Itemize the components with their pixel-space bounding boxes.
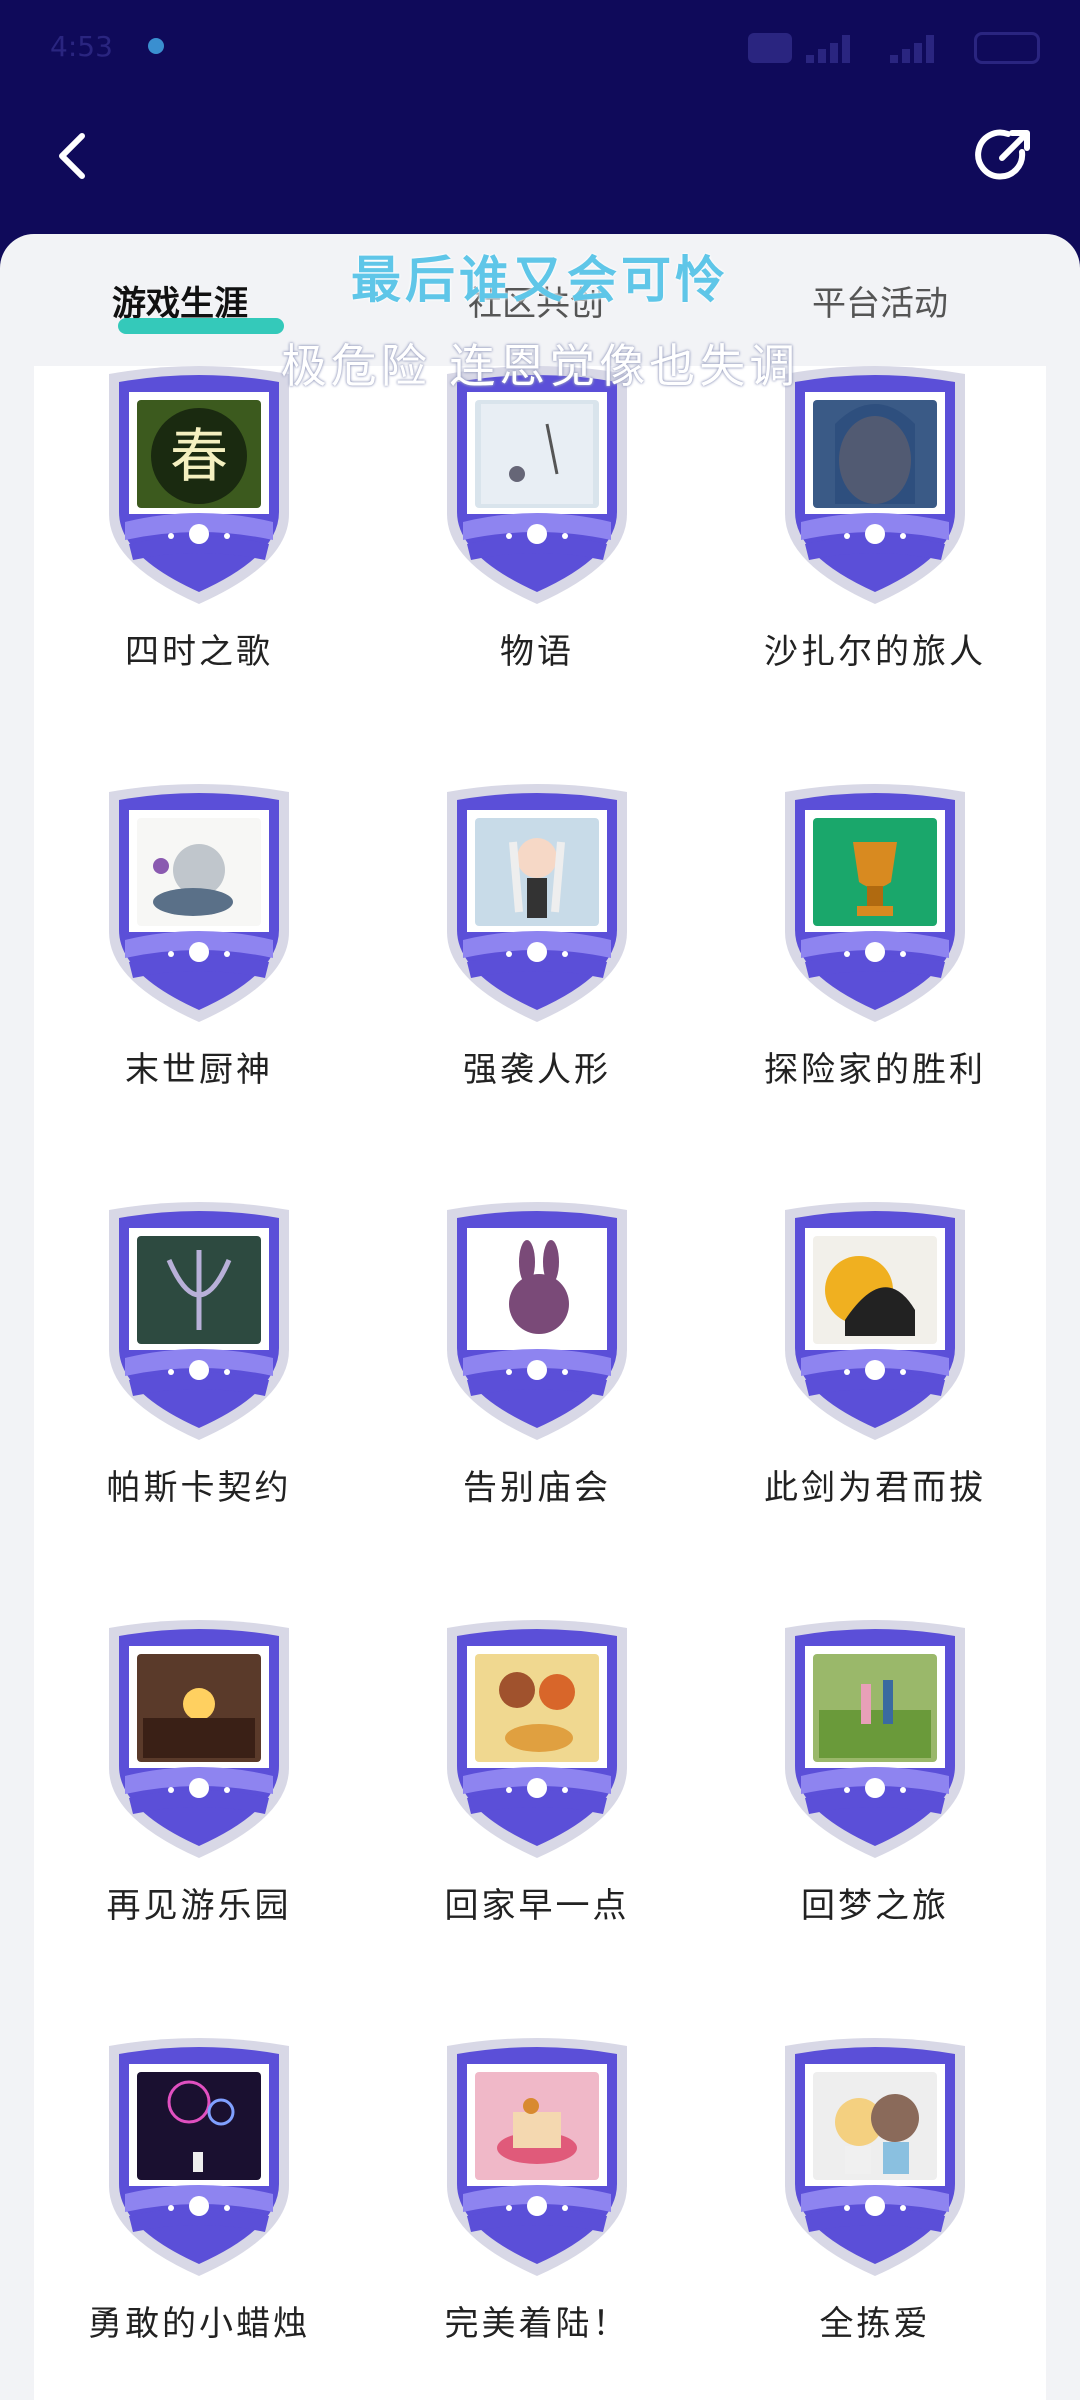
badge-label: 再见游乐园 xyxy=(106,1886,292,1926)
badge-label: 勇敢的小蜡烛 xyxy=(88,2304,310,2344)
lyric-overlay-line-2: 极危险 连恩觉像也失调 xyxy=(280,339,800,393)
badge-art xyxy=(835,404,915,504)
badge-label: 此剑为君而拔 xyxy=(764,1468,986,1508)
badge-item[interactable]: 探险家的胜利 xyxy=(710,782,1040,1122)
badge-item[interactable]: 回梦之旅 xyxy=(710,1618,1040,1958)
badge-item[interactable]: 春四时之歌 xyxy=(34,364,364,704)
badge-icon xyxy=(109,1620,289,1858)
badge-label: 完美着陆！ xyxy=(444,2304,630,2344)
nav-bar xyxy=(0,96,1080,236)
badge-item[interactable]: 全拣爱 xyxy=(710,2036,1040,2376)
badge-item[interactable]: 末世厨神 xyxy=(34,782,364,1122)
badge-icon xyxy=(785,784,965,1022)
badge-label: 帕斯卡契约 xyxy=(106,1468,292,1508)
badge-icon xyxy=(785,2038,965,2276)
badge-label: 四时之歌 xyxy=(125,632,273,672)
badge-label: 全拣爱 xyxy=(819,2304,931,2344)
signal-icon xyxy=(806,33,876,63)
badge-label: 回家早一点 xyxy=(444,1886,630,1926)
badge-icon xyxy=(447,1620,627,1858)
badge-label: 回梦之旅 xyxy=(801,1886,949,1926)
badge-icon xyxy=(447,2038,627,2276)
battery-icon xyxy=(974,32,1040,64)
share-icon[interactable] xyxy=(972,124,1036,188)
badge-label: 末世厨神 xyxy=(125,1050,273,1090)
badge-label: 强袭人形 xyxy=(463,1050,611,1090)
badge-label: 探险家的胜利 xyxy=(764,1050,986,1090)
badge-item[interactable]: 勇敢的小蜡烛 xyxy=(34,2036,364,2376)
badge-icon xyxy=(447,366,627,604)
badge-item[interactable]: 物语 xyxy=(372,364,702,704)
badge-icon xyxy=(785,1202,965,1440)
status-bar: 4:53 xyxy=(0,0,1080,96)
badge-label: 物语 xyxy=(500,632,574,672)
badge-item[interactable]: 沙扎尔的旅人 xyxy=(710,364,1040,704)
badge-grid: 春四时之歌 物语 沙扎尔的旅人 末世厨神 强袭人形 探险家的胜利 帕斯卡契约 告别庙会 此剑为君… xyxy=(34,234,1046,2344)
svg-text:春: 春 xyxy=(170,422,228,490)
signal-icon-2 xyxy=(890,33,960,63)
badge-icon xyxy=(109,1202,289,1440)
badge-label: 沙扎尔的旅人 xyxy=(764,632,986,672)
badge-item[interactable]: 完美着陆！ xyxy=(372,2036,702,2376)
status-time: 4:53 xyxy=(50,30,113,63)
badge-item[interactable]: 此剑为君而拔 xyxy=(710,1200,1040,1540)
badge-icon xyxy=(109,2038,289,2276)
badge-icon xyxy=(109,784,289,1022)
hd-icon xyxy=(748,33,792,63)
badge-icon: 春 xyxy=(109,366,289,604)
badge-icon xyxy=(447,1202,627,1440)
badge-item[interactable]: 帕斯卡契约 xyxy=(34,1200,364,1540)
notification-dot-icon xyxy=(148,38,164,54)
badge-item[interactable]: 再见游乐园 xyxy=(34,1618,364,1958)
badge-art: 春 xyxy=(151,408,247,504)
badge-icon xyxy=(785,366,965,604)
badge-item[interactable]: 回家早一点 xyxy=(372,1618,702,1958)
badge-icon xyxy=(785,1620,965,1858)
badge-art xyxy=(481,404,593,504)
chevron-left-icon[interactable] xyxy=(44,126,104,186)
content-panel: 游戏生涯 社区共创 平台活动 春四时之歌 物语 沙扎尔的旅人 末世厨神 强袭人形 探险家的… xyxy=(0,234,1080,2400)
badge-label: 告别庙会 xyxy=(463,1468,611,1508)
badge-icon xyxy=(447,784,627,1022)
status-icons xyxy=(748,32,1040,64)
badge-item[interactable]: 强袭人形 xyxy=(372,782,702,1122)
lyric-overlay-line-1: 最后谁又会可怜 xyxy=(351,251,729,309)
badge-item[interactable]: 告别庙会 xyxy=(372,1200,702,1540)
